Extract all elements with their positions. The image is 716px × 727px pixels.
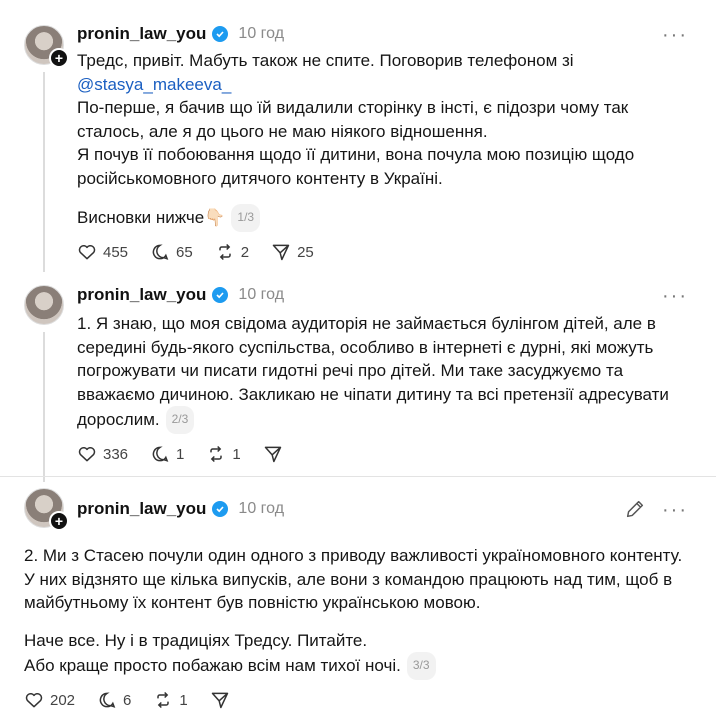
- repost-count: 1: [179, 691, 188, 709]
- like-count: 202: [50, 691, 76, 709]
- comment-button[interactable]: 1: [150, 444, 184, 464]
- mention-link[interactable]: @stasya_makeeva_: [77, 73, 634, 97]
- verified-badge-icon: [212, 26, 229, 42]
- edit-pencil-icon[interactable]: [624, 498, 646, 520]
- more-options-icon[interactable]: ···: [662, 500, 688, 520]
- more-options-icon[interactable]: ···: [662, 25, 688, 45]
- timestamp: 10 год: [238, 25, 285, 42]
- avatar[interactable]: [24, 285, 64, 325]
- follow-plus-icon[interactable]: +: [49, 511, 69, 531]
- like-count: 455: [103, 243, 129, 261]
- thread-connector-line: [43, 72, 45, 272]
- repost-button[interactable]: 1: [206, 444, 241, 464]
- repost-button[interactable]: 1: [153, 690, 188, 710]
- follow-plus-icon[interactable]: +: [49, 48, 69, 68]
- send-icon: [264, 446, 281, 463]
- share-button[interactable]: 25: [271, 242, 314, 262]
- repost-icon: [218, 243, 231, 261]
- thread-connector-line: [43, 332, 45, 482]
- send-icon: [211, 692, 228, 709]
- repost-button[interactable]: 2: [215, 242, 249, 262]
- comment-icon: [152, 446, 169, 462]
- share-count: 25: [297, 243, 314, 261]
- post-divider: [0, 476, 716, 477]
- share-button[interactable]: [210, 690, 236, 710]
- heart-icon: [25, 693, 43, 708]
- thread-post-3: + pronin_law_you 10 год ··· 2. Ми з Стас…: [0, 480, 716, 727]
- comment-button[interactable]: 65: [150, 242, 193, 262]
- post-text: Тредс, привіт. Мабуть також не спите. По…: [77, 49, 634, 232]
- more-options-icon[interactable]: ···: [662, 286, 688, 306]
- like-button[interactable]: 455: [77, 242, 128, 262]
- username[interactable]: pronin_law_you: [77, 499, 206, 519]
- heart-icon: [78, 245, 96, 260]
- like-button[interactable]: 336: [77, 444, 128, 464]
- like-count: 336: [103, 445, 129, 463]
- timestamp: 10 год: [238, 286, 285, 303]
- thread-pager: 3/3: [406, 652, 436, 680]
- heart-icon: [78, 447, 96, 462]
- repost-count: 2: [240, 243, 250, 261]
- send-icon: [272, 244, 290, 261]
- verified-badge-icon: [212, 287, 229, 303]
- comment-icon: [99, 692, 116, 708]
- timestamp: 10 год: [238, 500, 285, 517]
- comment-count: 1: [176, 445, 185, 463]
- repost-icon: [210, 445, 223, 463]
- username[interactable]: pronin_law_you: [77, 285, 206, 305]
- share-button[interactable]: [263, 444, 289, 464]
- thread-pager: 1/3: [231, 204, 261, 232]
- thread-post-2: pronin_law_you 10 год ··· 1. Я знаю, що …: [0, 280, 716, 482]
- comment-count: 6: [123, 691, 132, 709]
- thread-post-1: + pronin_law_you 10 год ··· Тредс, приві…: [0, 0, 716, 280]
- comment-icon: [152, 244, 169, 260]
- comment-button[interactable]: 6: [97, 690, 131, 710]
- post-text: 1. Я знаю, що моя свідома аудиторія не з…: [77, 312, 669, 434]
- repost-count: 1: [232, 445, 241, 463]
- thread-pager: 2/3: [165, 406, 195, 434]
- comment-count: 65: [176, 243, 193, 261]
- repost-icon: [157, 691, 170, 709]
- username[interactable]: pronin_law_you: [77, 24, 206, 44]
- like-button[interactable]: 202: [24, 690, 75, 710]
- post-text: 2. Ми з Стасею почули один одного з прив…: [24, 544, 682, 680]
- verified-badge-icon: [212, 501, 229, 517]
